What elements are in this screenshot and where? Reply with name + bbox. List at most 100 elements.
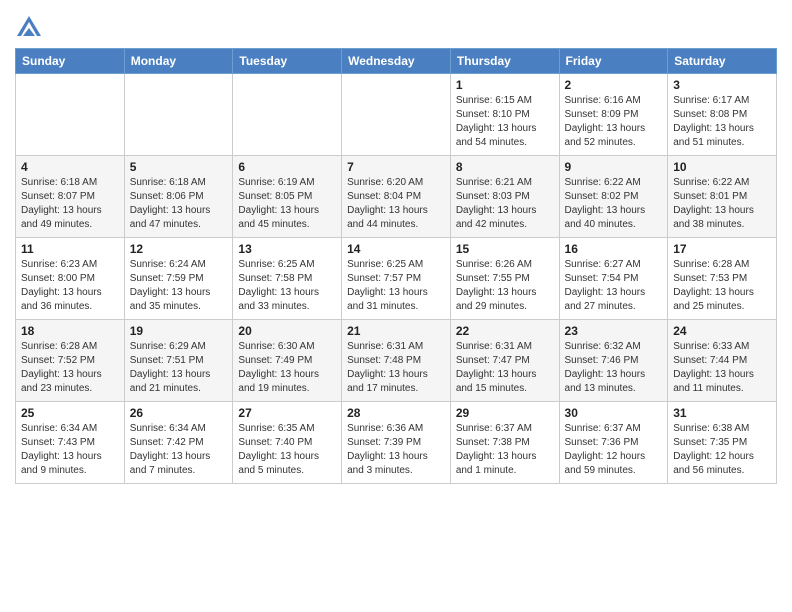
calendar-cell: 12 Sunrise: 6:24 AM Sunset: 7:59 PM Dayli…	[124, 238, 233, 320]
day-info: Sunrise: 6:34 AM Sunset: 7:42 PM Dayligh…	[130, 422, 228, 478]
day-info: Sunrise: 6:36 AM Sunset: 7:39 PM Dayligh…	[347, 422, 445, 478]
day-number: 22	[456, 324, 554, 338]
day-info: Sunrise: 6:25 AM Sunset: 7:58 PM Dayligh…	[238, 258, 336, 314]
day-number: 9	[565, 160, 663, 174]
weekday-header-friday: Friday	[559, 49, 668, 74]
day-number: 28	[347, 406, 445, 420]
calendar-week-4: 18 Sunrise: 6:28 AM Sunset: 7:52 PM Dayli…	[16, 320, 777, 402]
calendar-header: SundayMondayTuesdayWednesdayThursdayFrid…	[16, 49, 777, 74]
day-number: 29	[456, 406, 554, 420]
day-number: 20	[238, 324, 336, 338]
day-number: 11	[21, 242, 119, 256]
calendar-week-2: 4 Sunrise: 6:18 AM Sunset: 8:07 PM Daylig…	[16, 156, 777, 238]
day-number: 8	[456, 160, 554, 174]
calendar-cell: 15 Sunrise: 6:26 AM Sunset: 7:55 PM Dayli…	[450, 238, 559, 320]
day-info: Sunrise: 6:28 AM Sunset: 7:53 PM Dayligh…	[673, 258, 771, 314]
calendar-cell: 6Sunrise: 6:19 AM Sunset: 8:05 PM Daylig…	[233, 156, 342, 238]
calendar-cell: 27 Sunrise: 6:35 AM Sunset: 7:40 PM Dayli…	[233, 402, 342, 484]
day-info: Sunrise: 6:32 AM Sunset: 7:46 PM Dayligh…	[565, 340, 663, 396]
calendar-cell: 14 Sunrise: 6:25 AM Sunset: 7:57 PM Dayli…	[342, 238, 451, 320]
calendar-cell: 8Sunrise: 6:21 AM Sunset: 8:03 PM Daylig…	[450, 156, 559, 238]
day-number: 12	[130, 242, 228, 256]
calendar-cell: 22 Sunrise: 6:31 AM Sunset: 7:47 PM Dayli…	[450, 320, 559, 402]
day-number: 13	[238, 242, 336, 256]
calendar-cell: 19Sunrise: 6:29 AM Sunset: 7:51 PM Dayli…	[124, 320, 233, 402]
calendar-cell: 7Sunrise: 6:20 AM Sunset: 8:04 PM Daylig…	[342, 156, 451, 238]
calendar-cell	[233, 74, 342, 156]
calendar-cell: 31 Sunrise: 6:38 AM Sunset: 7:35 PM Dayli…	[668, 402, 777, 484]
day-info: Sunrise: 6:29 AM Sunset: 7:51 PM Dayligh…	[130, 340, 228, 396]
day-number: 3	[673, 78, 771, 92]
day-info: Sunrise: 6:31 AM Sunset: 7:47 PM Dayligh…	[456, 340, 554, 396]
day-number: 17	[673, 242, 771, 256]
calendar-cell: 10 Sunrise: 6:22 AM Sunset: 8:01 PM Dayli…	[668, 156, 777, 238]
day-info: Sunrise: 6:33 AM Sunset: 7:44 PM Dayligh…	[673, 340, 771, 396]
day-info: Sunrise: 6:34 AM Sunset: 7:43 PM Dayligh…	[21, 422, 119, 478]
day-number: 4	[21, 160, 119, 174]
calendar-cell: 13 Sunrise: 6:25 AM Sunset: 7:58 PM Dayli…	[233, 238, 342, 320]
day-info: Sunrise: 6:27 AM Sunset: 7:54 PM Dayligh…	[565, 258, 663, 314]
weekday-header-monday: Monday	[124, 49, 233, 74]
day-info: Sunrise: 6:30 AM Sunset: 7:49 PM Dayligh…	[238, 340, 336, 396]
day-number: 15	[456, 242, 554, 256]
calendar-cell: 21 Sunrise: 6:31 AM Sunset: 7:48 PM Dayli…	[342, 320, 451, 402]
day-info: Sunrise: 6:28 AM Sunset: 7:52 PM Dayligh…	[21, 340, 119, 396]
day-info: Sunrise: 6:20 AM Sunset: 8:04 PM Dayligh…	[347, 176, 445, 232]
weekday-header-sunday: Sunday	[16, 49, 125, 74]
day-info: Sunrise: 6:18 AM Sunset: 8:07 PM Dayligh…	[21, 176, 119, 232]
weekday-header-row: SundayMondayTuesdayWednesdayThursdayFrid…	[16, 49, 777, 74]
weekday-header-tuesday: Tuesday	[233, 49, 342, 74]
page-container: SundayMondayTuesdayWednesdayThursdayFrid…	[0, 0, 792, 489]
day-number: 23	[565, 324, 663, 338]
day-info: Sunrise: 6:24 AM Sunset: 7:59 PM Dayligh…	[130, 258, 228, 314]
calendar-cell: 1 Sunrise: 6:15 AM Sunset: 8:10 PM Daylig…	[450, 74, 559, 156]
day-number: 21	[347, 324, 445, 338]
day-info: Sunrise: 6:37 AM Sunset: 7:36 PM Dayligh…	[565, 422, 663, 478]
calendar-cell: 28 Sunrise: 6:36 AM Sunset: 7:39 PM Dayli…	[342, 402, 451, 484]
day-number: 25	[21, 406, 119, 420]
day-number: 30	[565, 406, 663, 420]
day-number: 18	[21, 324, 119, 338]
calendar-cell: 20 Sunrise: 6:30 AM Sunset: 7:49 PM Dayli…	[233, 320, 342, 402]
calendar-cell: 3Sunrise: 6:17 AM Sunset: 8:08 PM Daylig…	[668, 74, 777, 156]
day-info: Sunrise: 6:22 AM Sunset: 8:01 PM Dayligh…	[673, 176, 771, 232]
day-info: Sunrise: 6:37 AM Sunset: 7:38 PM Dayligh…	[456, 422, 554, 478]
logo-icon	[15, 14, 43, 42]
day-info: Sunrise: 6:31 AM Sunset: 7:48 PM Dayligh…	[347, 340, 445, 396]
calendar-cell: 18 Sunrise: 6:28 AM Sunset: 7:52 PM Dayli…	[16, 320, 125, 402]
day-number: 26	[130, 406, 228, 420]
calendar-cell: 9Sunrise: 6:22 AM Sunset: 8:02 PM Daylig…	[559, 156, 668, 238]
day-info: Sunrise: 6:38 AM Sunset: 7:35 PM Dayligh…	[673, 422, 771, 478]
calendar-cell: 16Sunrise: 6:27 AM Sunset: 7:54 PM Dayli…	[559, 238, 668, 320]
weekday-header-wednesday: Wednesday	[342, 49, 451, 74]
calendar-week-1: 1 Sunrise: 6:15 AM Sunset: 8:10 PM Daylig…	[16, 74, 777, 156]
logo	[15, 14, 47, 42]
day-number: 14	[347, 242, 445, 256]
day-info: Sunrise: 6:35 AM Sunset: 7:40 PM Dayligh…	[238, 422, 336, 478]
calendar-cell	[124, 74, 233, 156]
calendar-body: 1 Sunrise: 6:15 AM Sunset: 8:10 PM Daylig…	[16, 74, 777, 484]
calendar-cell: 24 Sunrise: 6:33 AM Sunset: 7:44 PM Dayli…	[668, 320, 777, 402]
calendar-cell: 4 Sunrise: 6:18 AM Sunset: 8:07 PM Daylig…	[16, 156, 125, 238]
calendar-table: SundayMondayTuesdayWednesdayThursdayFrid…	[15, 48, 777, 484]
calendar-cell: 26 Sunrise: 6:34 AM Sunset: 7:42 PM Dayli…	[124, 402, 233, 484]
day-number: 6	[238, 160, 336, 174]
day-info: Sunrise: 6:25 AM Sunset: 7:57 PM Dayligh…	[347, 258, 445, 314]
day-number: 5	[130, 160, 228, 174]
weekday-header-thursday: Thursday	[450, 49, 559, 74]
calendar-week-5: 25 Sunrise: 6:34 AM Sunset: 7:43 PM Dayli…	[16, 402, 777, 484]
day-number: 10	[673, 160, 771, 174]
weekday-header-saturday: Saturday	[668, 49, 777, 74]
calendar-cell: 23 Sunrise: 6:32 AM Sunset: 7:46 PM Dayli…	[559, 320, 668, 402]
calendar-cell	[342, 74, 451, 156]
calendar-cell: 30 Sunrise: 6:37 AM Sunset: 7:36 PM Dayli…	[559, 402, 668, 484]
day-info: Sunrise: 6:26 AM Sunset: 7:55 PM Dayligh…	[456, 258, 554, 314]
day-info: Sunrise: 6:18 AM Sunset: 8:06 PM Dayligh…	[130, 176, 228, 232]
day-info: Sunrise: 6:15 AM Sunset: 8:10 PM Dayligh…	[456, 94, 554, 150]
day-number: 1	[456, 78, 554, 92]
calendar-cell: 2Sunrise: 6:16 AM Sunset: 8:09 PM Daylig…	[559, 74, 668, 156]
day-number: 24	[673, 324, 771, 338]
day-number: 31	[673, 406, 771, 420]
header	[15, 10, 777, 42]
day-number: 27	[238, 406, 336, 420]
